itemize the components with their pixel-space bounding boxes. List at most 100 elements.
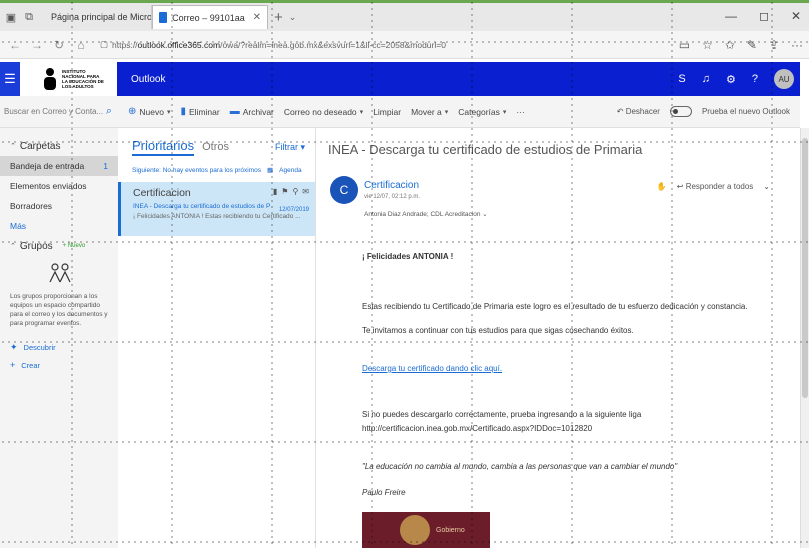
outlook-favicon-icon (159, 12, 168, 23)
message-datetime: vie 12/07, 02:12 p.m. (364, 194, 421, 200)
close-icon[interactable]: ✕ (253, 12, 261, 23)
chevron-down-icon[interactable]: ⌄ (482, 211, 487, 218)
discover-groups-link[interactable]: ✦ Descubrir (0, 338, 118, 356)
fallback-url[interactable]: http://certificacion.inea.gob.mx/Certifi… (362, 424, 592, 433)
back-icon[interactable]: ← (6, 38, 24, 52)
sender-name[interactable]: Certificacion (364, 180, 419, 191)
archive-button[interactable]: ▬ Archivar (230, 106, 274, 117)
tabs-aside-icon[interactable]: ⧉ (22, 10, 36, 24)
app-name[interactable]: Outlook (131, 74, 165, 85)
reading-view-icon[interactable]: ▭ (679, 38, 690, 52)
like-icon[interactable]: ✋ (657, 182, 667, 191)
download-link[interactable]: Descarga tu certificado dando clic aquí. (362, 364, 502, 373)
list-item[interactable]: Certificacion ▮ ⚑ ⚲ ✉ INEA - Descarga tu… (118, 182, 315, 236)
categories-button[interactable]: Categorías ▾ (458, 107, 506, 117)
notifications-bell-icon[interactable]: ♫ (702, 73, 710, 85)
folders-header[interactable]: ⌃ Carpetas (0, 136, 118, 156)
plus-icon: ⊕ (128, 106, 137, 117)
agenda-link[interactable]: Agenda (279, 167, 301, 174)
notes-pen-icon[interactable]: ✎ (747, 38, 757, 52)
outlook-header: ☰ INSTITUTO NACIONAL PARA LA EDUCACIÓN D… (0, 62, 800, 96)
quote-author: Paulo Freire (362, 488, 406, 497)
compass-icon: ✦ (10, 341, 18, 352)
groups-new-badge[interactable]: + Nuevo (63, 243, 86, 249)
pin-icon[interactable]: ⚲ (292, 187, 298, 196)
sweep-button[interactable]: Limpiar (373, 107, 401, 117)
minimize-icon[interactable]: — (725, 9, 737, 23)
groups-people-icon (48, 262, 72, 284)
share-icon[interactable]: ⇪ (769, 38, 779, 52)
calendar-icon: ▦ (267, 167, 274, 174)
page-scrollbar[interactable] (800, 128, 809, 548)
maximize-icon[interactable]: ◻ (759, 9, 769, 23)
more-commands-button[interactable]: ··· (516, 107, 525, 117)
folder-pane: ⌃ Carpetas Bandeja de entrada 1 Elemento… (0, 128, 118, 548)
url-host: outlook.office365.com (137, 39, 221, 50)
flag-icon[interactable]: ⚑ (281, 187, 288, 196)
url-path: /owa/?realm=inea.gob.mx&exsvurl=1&ll-cc=… (220, 39, 446, 50)
forward-icon[interactable]: → (28, 38, 46, 52)
message-date: 12/07/2019 (278, 207, 309, 213)
mark-read-icon[interactable]: ✉ (302, 187, 309, 196)
folder-more[interactable]: Más (0, 216, 118, 236)
create-group-link[interactable]: + Crear (0, 356, 118, 374)
chevron-down-icon: ▾ (444, 108, 449, 116)
quote: "La educación no cambia al mundo, cambia… (362, 462, 678, 471)
delete-button[interactable]: ▮ Eliminar (180, 106, 219, 117)
tab-other[interactable]: Otros (202, 141, 229, 156)
body-paragraph-3: Si no puedes descargarlo correctamente, … (362, 410, 642, 419)
home-icon[interactable]: ⌂ (72, 38, 90, 52)
user-avatar[interactable]: AU (774, 69, 794, 89)
new-tab-icon[interactable]: + (274, 9, 283, 26)
tab-outlook-mail[interactable]: Correo – 99101aa63061 ✕ (152, 5, 268, 29)
search-icon[interactable]: ⌕ (106, 105, 112, 118)
chevron-down-icon[interactable]: ⌄ (289, 12, 297, 23)
folder-inbox[interactable]: Bandeja de entrada 1 (0, 156, 118, 176)
reading-pane: INEA - Descarga tu certificado de estudi… (316, 128, 800, 548)
archive-icon: ▬ (229, 106, 240, 117)
tab-focused[interactable]: Prioritarios (132, 138, 195, 156)
app-launcher-icon[interactable]: ☰ (0, 62, 20, 96)
favorite-star-icon[interactable]: ☆ (702, 38, 713, 52)
groups-header[interactable]: ⌃ Grupos + Nuevo (0, 236, 118, 256)
folder-drafts[interactable]: Borradores (0, 196, 118, 216)
help-icon[interactable]: ? (752, 73, 758, 85)
refresh-icon[interactable]: ↻ (50, 38, 68, 52)
junk-button[interactable]: Correo no deseado ▾ (284, 107, 363, 117)
tab-actions-icon[interactable]: ▣ (4, 10, 18, 24)
folder-sent[interactable]: Elementos enviados (0, 176, 118, 196)
address-bar: ← → ↻ ⌂ ▢ https:// outlook.office365.com… (0, 31, 809, 59)
more-icon[interactable]: ··· (791, 38, 803, 52)
inea-logo[interactable]: INSTITUTO NACIONAL PARA LA EDUCACIÓN DE … (20, 62, 117, 96)
undo-icon: ↶ (616, 107, 624, 116)
move-to-button[interactable]: Mover a ▾ (411, 107, 448, 117)
message-list: Prioritarios Otros Filtrar ▾ Siguiente: … (118, 128, 316, 548)
reply-all-button[interactable]: ↩ Responder a todos (677, 182, 754, 191)
browser-tab-bar: ▣ ⧉ Página principal de Micros Correo – … (0, 3, 809, 31)
delete-icon[interactable]: ▮ (273, 187, 277, 196)
new-outlook-toggle[interactable] (669, 106, 692, 117)
lock-icon: ▢ (100, 39, 109, 49)
chevron-down-icon[interactable]: ⌄ (763, 182, 770, 191)
command-bar: Buscar en Correo y Conta... ⌕ ⊕ Nuevo ▾ … (0, 96, 800, 128)
message-title: INEA - Descarga tu certificado de estudi… (328, 142, 643, 157)
settings-gear-icon[interactable]: ⚙ (726, 73, 736, 86)
filter-button[interactable]: Filtrar ▾ (275, 142, 305, 156)
sender-avatar[interactable]: C (330, 176, 358, 204)
skype-icon[interactable]: S (678, 73, 685, 85)
reply-all-icon: ↩ (676, 182, 684, 191)
undo-button[interactable]: ↶ Deshacer (617, 107, 660, 116)
window-close-icon[interactable]: ✕ (791, 9, 801, 23)
tab-microsoft-home[interactable]: Página principal de Micros (40, 5, 152, 29)
body-paragraph-2: Te invitamos a continuar con tus estudio… (362, 326, 634, 335)
search-box[interactable]: Buscar en Correo y Conta... ⌕ (0, 96, 118, 128)
tab-label: Correo – 99101aa63061 (172, 12, 245, 23)
chevron-down-icon: ▾ (166, 108, 171, 116)
url-field[interactable]: ▢ https:// outlook.office365.com /owa/?r… (94, 36, 669, 54)
search-input[interactable]: Buscar en Correo y Conta... (4, 107, 103, 116)
chevron-down-icon: ⌃ (10, 243, 16, 250)
favorites-hub-icon[interactable]: ✩ (725, 38, 735, 52)
new-button[interactable]: ⊕ Nuevo ▾ (128, 106, 170, 117)
agenda-strip: Siguiente: No hay eventos para los próxi… (132, 166, 302, 175)
scrollbar-thumb[interactable] (802, 138, 808, 398)
